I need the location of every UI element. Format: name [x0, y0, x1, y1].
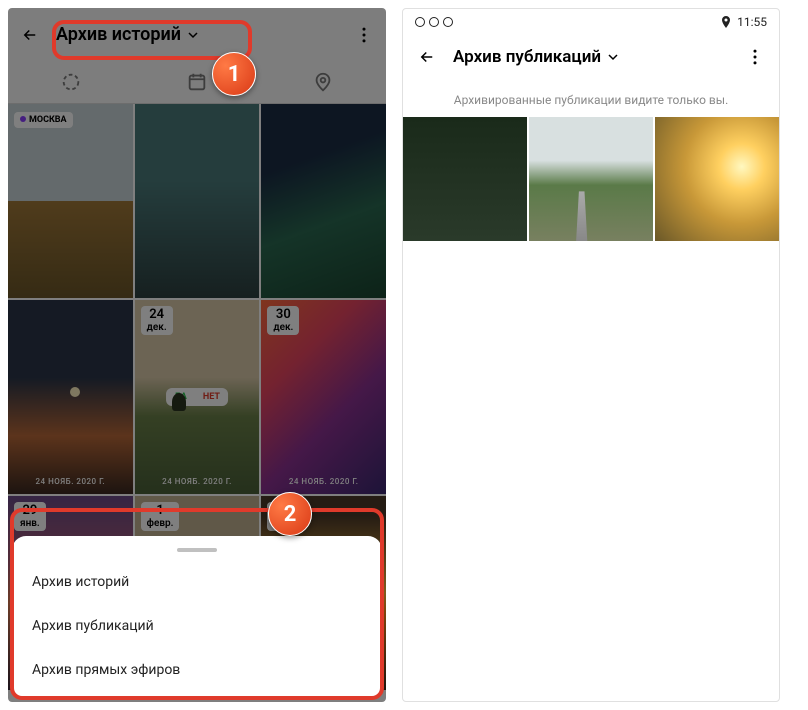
- status-circle-icon: [443, 17, 453, 27]
- story-date-label: 24 НОЯБ. 2020 Г.: [261, 477, 386, 486]
- archive-info-text: Архивированные публикации видите только …: [403, 79, 779, 117]
- story-date-label: 24 НОЯБ. 2020 Г.: [8, 477, 133, 486]
- status-right-icons: 11:55: [721, 15, 767, 29]
- story-cell[interactable]: 30 дек. 24 НОЯБ. 2020 Г.: [261, 300, 386, 494]
- chevron-down-icon: [187, 29, 199, 41]
- story-date-badge: 1 февр.: [141, 502, 180, 531]
- location-icon[interactable]: [312, 71, 334, 93]
- sheet-item-posts[interactable]: Архив публикаций: [12, 604, 382, 648]
- calendar-icon[interactable]: [186, 71, 208, 93]
- status-left-icons: [415, 17, 453, 27]
- story-cell[interactable]: [135, 104, 260, 298]
- sheet-drag-handle[interactable]: [177, 548, 217, 552]
- post-cell[interactable]: [655, 117, 779, 241]
- location-pin-icon: [721, 16, 731, 28]
- location-sticker: МОСКВА: [14, 112, 73, 128]
- archive-type-bottom-sheet: Архив историй Архив публикаций Архив пря…: [12, 536, 382, 698]
- story-date-badge: 29 янв.: [14, 502, 46, 531]
- archive-title-text: Архив публикаций: [453, 47, 601, 67]
- sheet-item-live[interactable]: Архив прямых эфиров: [12, 648, 382, 692]
- story-cell[interactable]: 24 дек. ДА НЕТ 24 НОЯБ. 2020 Г.: [135, 300, 260, 494]
- archive-title-text: Архив историй: [56, 24, 181, 45]
- story-date-label: 24 НОЯБ. 2020 Г.: [135, 477, 260, 486]
- callout-badge-1: 1: [212, 52, 256, 96]
- archive-title-dropdown[interactable]: Архив публикаций: [453, 47, 729, 67]
- post-cell[interactable]: [529, 117, 653, 241]
- post-cell[interactable]: [403, 117, 527, 241]
- status-circle-icon: [415, 17, 425, 27]
- reel-icon[interactable]: [60, 71, 82, 93]
- story-cell[interactable]: [261, 104, 386, 298]
- back-arrow-icon[interactable]: [20, 25, 40, 45]
- callout-badge-2: 2: [268, 492, 312, 536]
- phone-left-screenshot: Архив историй 1 МОСКВА 24 НОЯБ. 2020 Г.: [8, 8, 386, 702]
- story-date-badge: 24 дек.: [141, 306, 173, 335]
- status-circle-icon: [429, 17, 439, 27]
- sheet-item-stories[interactable]: Архив историй: [12, 560, 382, 604]
- story-date-badge: 30 дек.: [267, 306, 299, 335]
- archive-title-dropdown[interactable]: Архив историй: [56, 24, 338, 45]
- phone-right-screenshot: 11:55 Архив публикаций Архивированные пу…: [402, 8, 780, 702]
- back-arrow-icon[interactable]: [417, 47, 437, 67]
- chevron-down-icon: [607, 51, 619, 63]
- archive-header-left: Архив историй: [8, 8, 386, 61]
- archive-header-right: Архив публикаций: [403, 35, 779, 79]
- more-vertical-icon[interactable]: [745, 47, 765, 67]
- status-time: 11:55: [737, 15, 767, 29]
- status-bar: 11:55: [403, 9, 779, 35]
- archive-tabs: [8, 61, 386, 104]
- poll-sticker: ДА НЕТ: [166, 388, 228, 406]
- more-vertical-icon[interactable]: [354, 25, 374, 45]
- posts-grid: [403, 117, 779, 241]
- story-cell[interactable]: МОСКВА: [8, 104, 133, 298]
- story-cell[interactable]: 24 НОЯБ. 2020 Г.: [8, 300, 133, 494]
